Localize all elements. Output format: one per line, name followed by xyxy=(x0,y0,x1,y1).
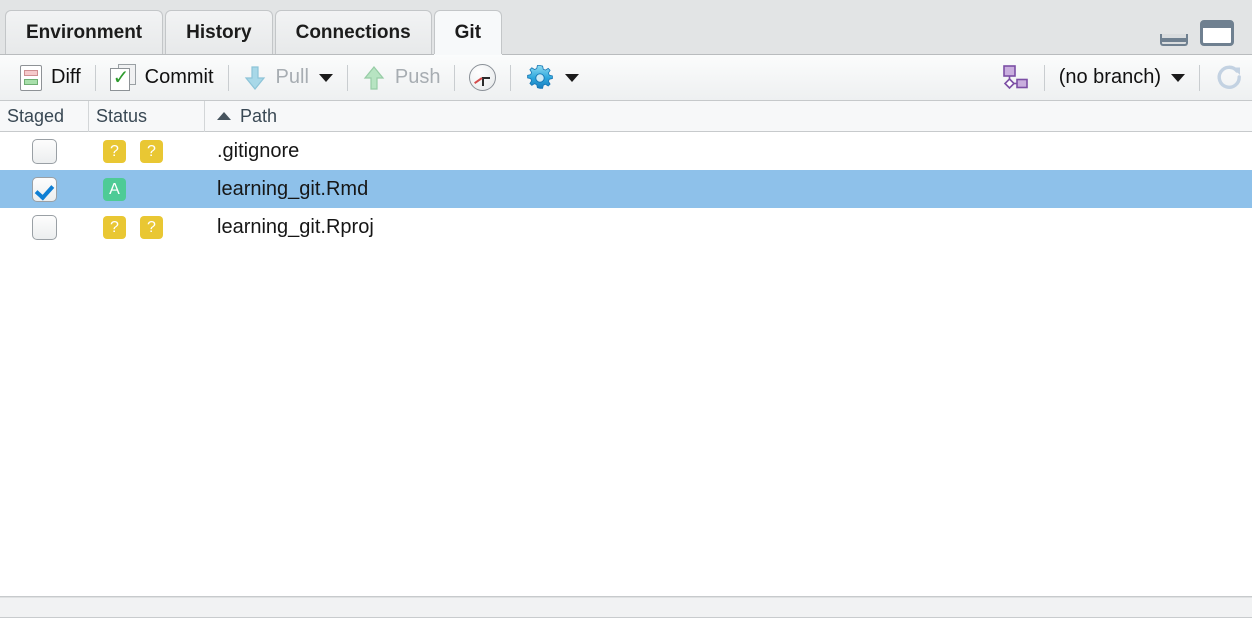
staged-cell xyxy=(0,138,89,164)
pull-arrow-down-icon xyxy=(243,65,267,91)
push-arrow-up-icon xyxy=(362,65,386,91)
toolbar-separator xyxy=(454,64,456,91)
commit-button-label: Commit xyxy=(144,66,214,88)
file-table-header: Staged Status Path xyxy=(0,100,1252,132)
git-pane: Environment History Connections Git Diff… xyxy=(0,0,1252,618)
commit-icon xyxy=(109,64,136,91)
status-badge: ? xyxy=(140,139,163,163)
status-cell: ? ? xyxy=(89,215,205,239)
pane-footer xyxy=(0,597,1252,617)
status-badge: ? xyxy=(140,215,163,239)
branch-selector-label: (no branch) xyxy=(1058,66,1161,88)
column-header-status[interactable]: Status xyxy=(89,100,205,132)
status-badge: A xyxy=(103,177,126,201)
sort-ascending-icon xyxy=(217,112,231,120)
file-path: learning_git.Rmd xyxy=(217,177,369,200)
maximize-icon[interactable] xyxy=(1200,20,1234,46)
toolbar-separator xyxy=(1043,64,1045,91)
window-controls xyxy=(1160,20,1234,46)
table-row[interactable]: ? ? .gitignore xyxy=(0,132,1252,170)
staged-checkbox[interactable] xyxy=(32,214,57,240)
status-badge xyxy=(140,178,163,201)
tab-history-label: History xyxy=(186,22,252,43)
file-path: learning_git.Rproj xyxy=(217,215,374,238)
toolbar-separator xyxy=(346,64,348,91)
clock-icon xyxy=(469,64,497,91)
refresh-icon xyxy=(1214,63,1244,93)
more-options-button[interactable] xyxy=(517,62,587,94)
history-button[interactable] xyxy=(461,62,504,94)
tab-environment[interactable]: Environment xyxy=(5,10,164,54)
toolbar-separator xyxy=(94,64,96,91)
toolbar-separator xyxy=(227,64,229,91)
pull-button-label: Pull xyxy=(275,66,309,88)
staged-checkbox[interactable] xyxy=(32,176,57,202)
staged-cell xyxy=(0,214,89,240)
table-row[interactable]: A learning_git.Rmd xyxy=(0,170,1252,208)
branch-indicator xyxy=(992,62,1038,94)
toolbar-separator xyxy=(1199,64,1200,91)
refresh-button[interactable] xyxy=(1206,62,1252,94)
minimize-icon[interactable] xyxy=(1160,34,1188,46)
tab-connections-label: Connections xyxy=(295,22,411,43)
chevron-down-icon[interactable] xyxy=(565,73,580,82)
branch-selector[interactable]: (no branch) xyxy=(1051,62,1193,94)
column-header-staged[interactable]: Staged xyxy=(0,100,89,132)
status-badge: ? xyxy=(103,215,126,239)
push-button[interactable]: Push xyxy=(354,62,449,94)
table-row[interactable]: ? ? learning_git.Rproj xyxy=(0,208,1252,246)
tab-bar: Environment History Connections Git xyxy=(0,0,1252,55)
chevron-down-icon[interactable] xyxy=(318,73,333,82)
tab-git[interactable]: Git xyxy=(433,10,503,54)
gear-icon xyxy=(525,63,555,93)
push-button-label: Push xyxy=(394,66,441,88)
column-header-path[interactable]: Path xyxy=(205,101,1252,132)
tab-connections[interactable]: Connections xyxy=(274,10,432,54)
status-cell: A xyxy=(89,177,205,201)
git-toolbar: Diff Commit Pull xyxy=(0,55,1252,101)
tab-git-label: Git xyxy=(454,22,482,43)
commit-button[interactable]: Commit xyxy=(102,62,222,94)
chevron-down-icon[interactable] xyxy=(1171,73,1185,82)
status-badge: ? xyxy=(103,139,126,163)
file-table-body[interactable]: ? ? .gitignore A learning_git.Rmd ? ? le… xyxy=(0,132,1252,597)
status-cell: ? ? xyxy=(89,139,205,163)
pull-button[interactable]: Pull xyxy=(235,62,341,94)
diff-button[interactable]: Diff xyxy=(12,62,89,94)
file-path: .gitignore xyxy=(217,139,300,162)
column-header-path-label: Path xyxy=(240,105,278,126)
toolbar-separator xyxy=(510,64,512,91)
diff-icon xyxy=(20,64,42,91)
tab-environment-label: Environment xyxy=(26,22,143,43)
staged-checkbox[interactable] xyxy=(32,138,57,164)
staged-cell xyxy=(0,176,89,202)
branch-icon xyxy=(1000,64,1030,92)
diff-button-label: Diff xyxy=(51,66,81,88)
tab-history[interactable]: History xyxy=(165,10,273,54)
